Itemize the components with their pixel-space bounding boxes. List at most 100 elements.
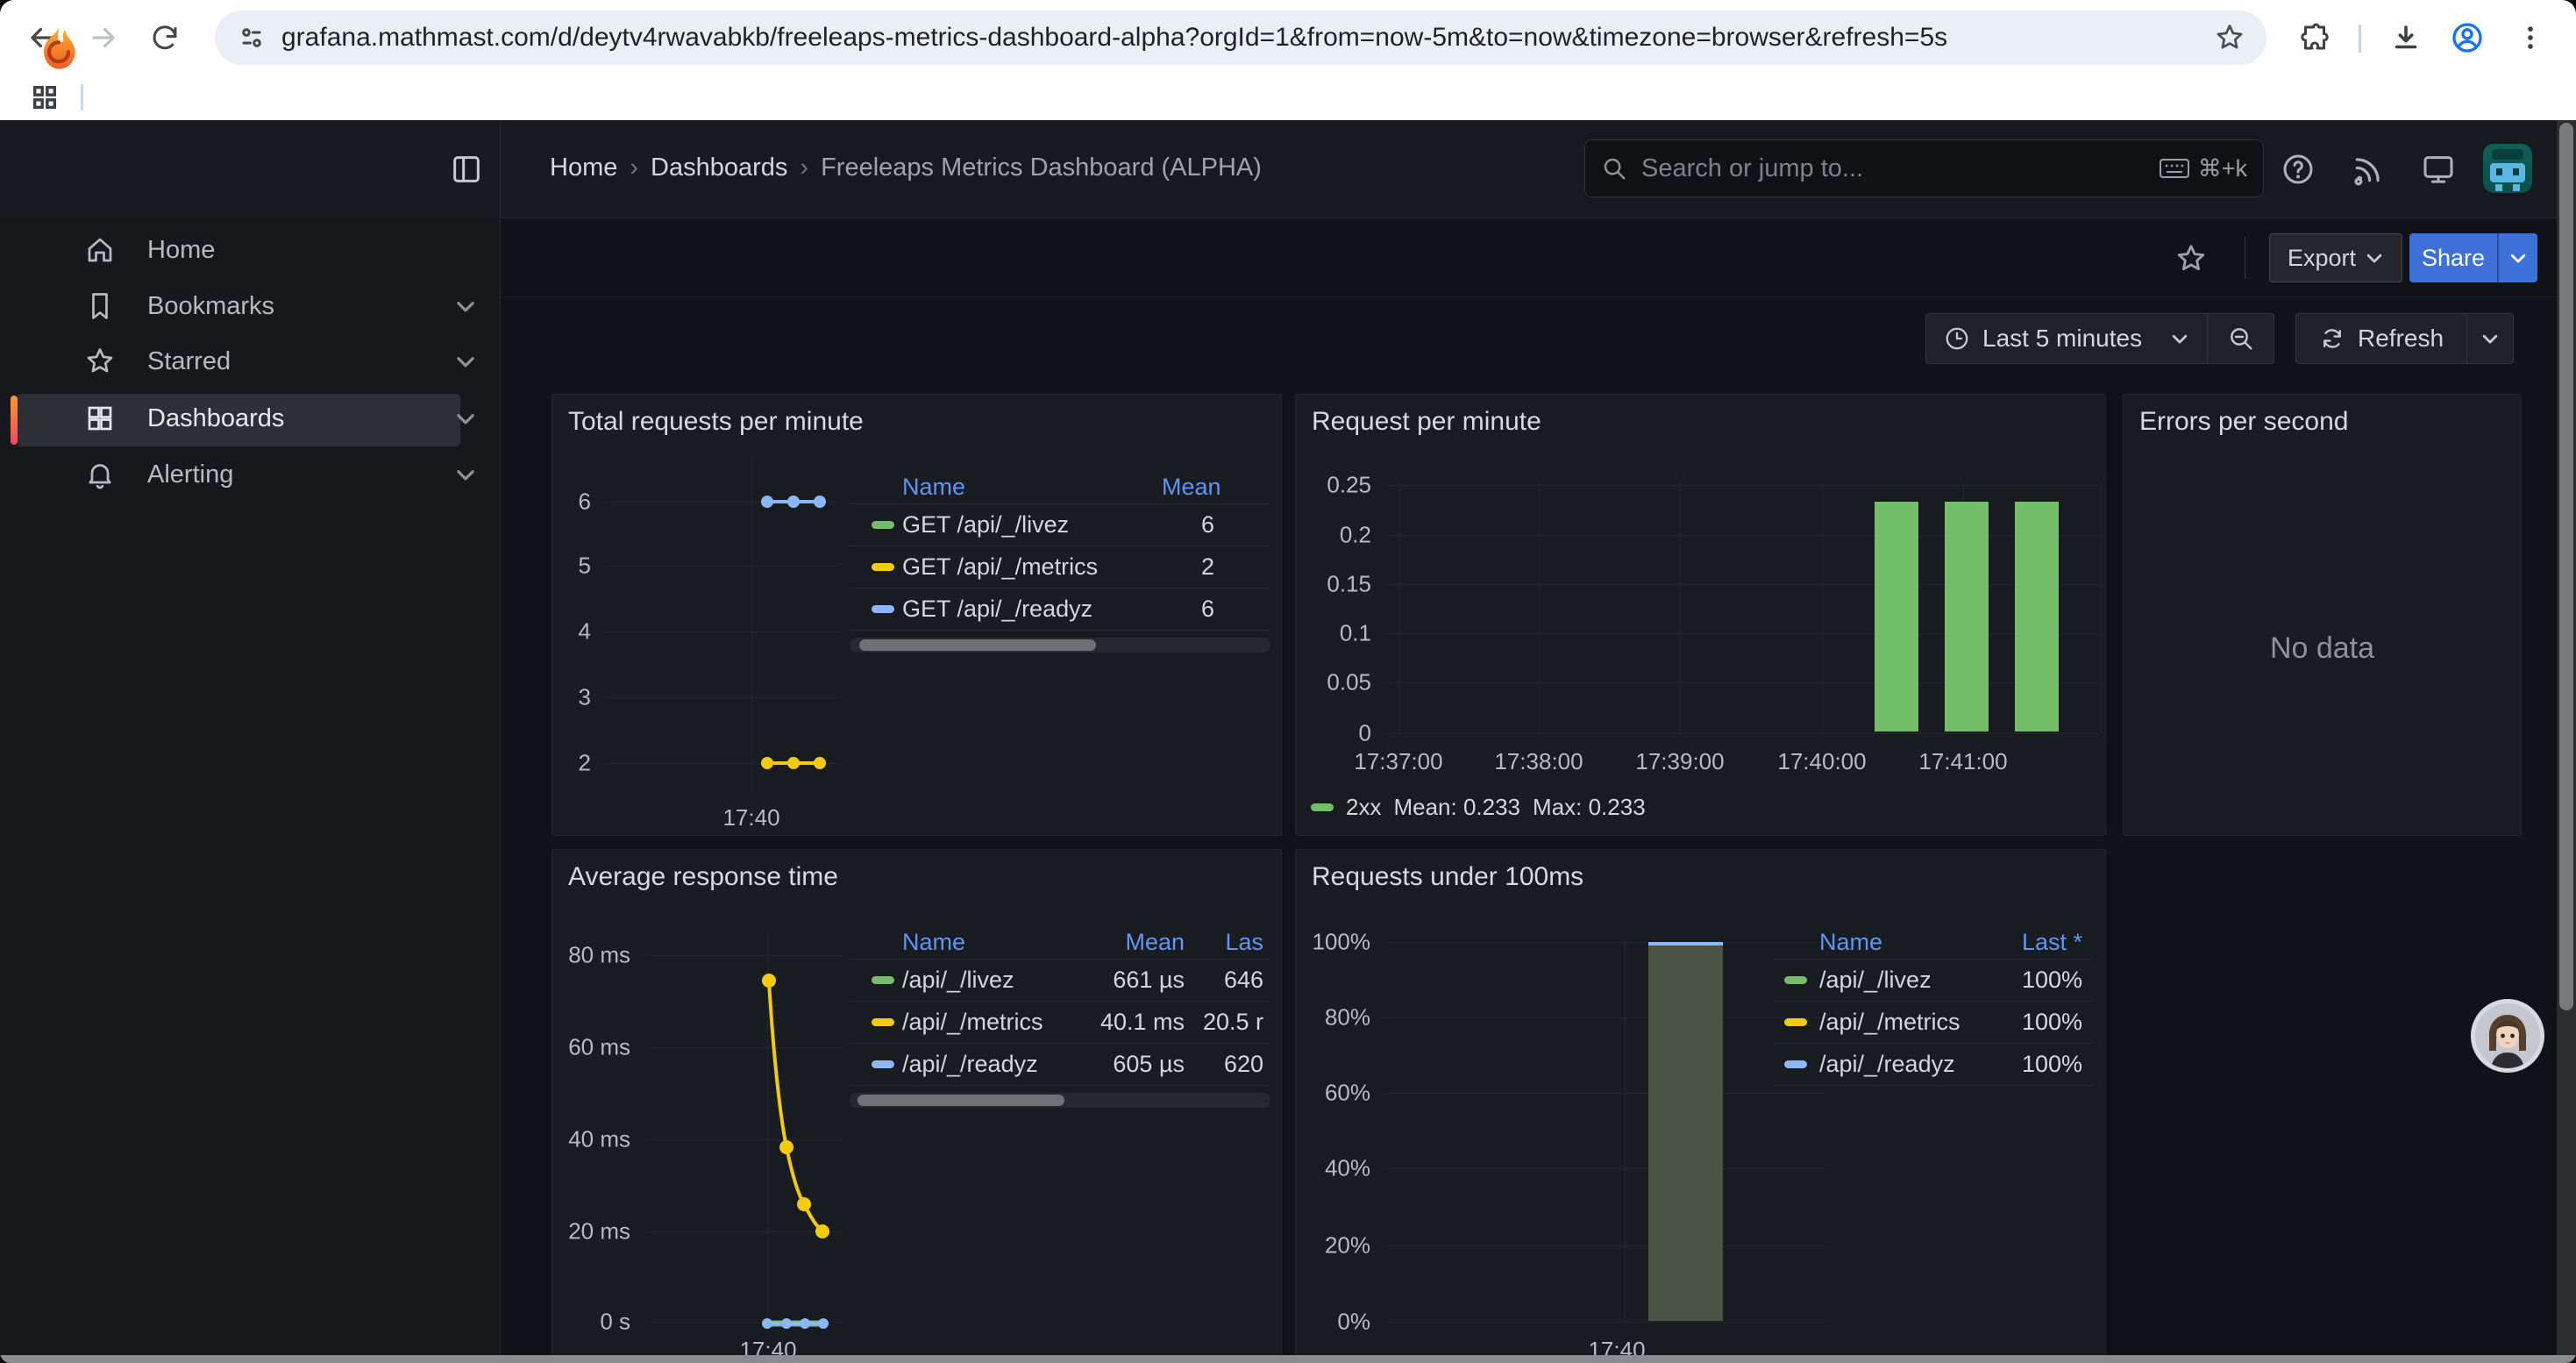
series-name[interactable]: /api/_/readyz <box>902 1051 1092 1078</box>
legend-scrollbar[interactable] <box>850 1093 1270 1108</box>
series-name[interactable]: /api/_/livez <box>902 967 1092 994</box>
panel-under-100ms: Requests under 100ms 100% 80% 60% 40% 20… <box>1295 849 2106 1363</box>
sidebar-item-alerting[interactable]: Alerting <box>0 446 500 503</box>
site-settings-icon[interactable] <box>236 22 267 54</box>
series-name[interactable]: GET /api/_/metrics <box>902 553 1162 581</box>
display-button[interactable] <box>2418 149 2459 189</box>
url-text[interactable]: grafana.mathmast.com/d/deytv4rwavabkb/fr… <box>281 23 2193 53</box>
help-button[interactable] <box>2278 149 2318 189</box>
avatar-pixel-leg <box>2513 184 2520 191</box>
time-range-button[interactable]: Last 5 minutes <box>1925 313 2208 364</box>
series-color-pill <box>872 1060 894 1068</box>
legend-last-header[interactable]: Las <box>1185 929 1263 956</box>
legend-row[interactable]: /api/_/metrics 100% <box>1774 1001 2095 1043</box>
user-avatar[interactable] <box>2483 144 2532 193</box>
avatar-pixel-face <box>2490 163 2525 182</box>
legend-scrollbar-thumb[interactable] <box>859 639 1096 651</box>
time-range-group: Last 5 minutes <box>1925 313 2274 364</box>
apps-grid-button[interactable] <box>30 82 60 112</box>
share-button[interactable]: Share <box>2409 233 2497 282</box>
downloads-button[interactable] <box>2381 13 2430 62</box>
legend-mean-header[interactable]: Mean <box>1162 474 1214 501</box>
reload-button[interactable] <box>140 13 189 62</box>
legend-row[interactable]: GET /api/_/metrics 2 <box>850 546 1270 588</box>
sidebar-toggle[interactable] <box>449 152 484 187</box>
export-button[interactable]: Export <box>2269 233 2402 282</box>
x-tick: 17:40:00 <box>1777 748 1866 775</box>
sidebar-item-starred[interactable]: Starred <box>0 333 500 389</box>
series-name[interactable]: /api/_/readyz <box>1819 1051 1986 1078</box>
y-tick: 20% <box>1296 1232 1370 1260</box>
chevron-down-icon <box>454 350 477 373</box>
forward-button[interactable] <box>79 13 128 62</box>
grafana-logo[interactable] <box>35 24 82 73</box>
legend-row[interactable]: /api/_/metrics 40.1 ms 20.5 r <box>850 1001 1270 1043</box>
sidebar-item-bookmarks[interactable]: Bookmarks <box>0 278 500 334</box>
y-tick: 0.1 <box>1296 620 1371 647</box>
series-name[interactable]: /api/_/livez <box>1819 967 1986 994</box>
url-bar[interactable]: grafana.mathmast.com/d/deytv4rwavabkb/fr… <box>215 11 2266 65</box>
series-name[interactable]: 2xx <box>1346 794 1381 821</box>
series-name[interactable]: GET /api/_/livez <box>902 511 1162 539</box>
series-name[interactable]: /api/_/metrics <box>902 1009 1092 1036</box>
gridline <box>1384 535 2101 536</box>
legend-row[interactable]: /api/_/readyz 605 µs 620 <box>850 1043 1270 1086</box>
legend-inline: 2xx Mean: 0.233 Max: 0.233 <box>1311 794 1646 821</box>
y-tick: 80% <box>1296 1004 1370 1031</box>
help-icon <box>2281 152 2316 187</box>
vertical-scrollbar-thumb[interactable] <box>2559 123 2573 1010</box>
profile-button[interactable] <box>2443 13 2492 62</box>
y-tick: 0% <box>1296 1309 1370 1336</box>
legend-scrollbar-thumb[interactable] <box>857 1095 1064 1106</box>
y-tick: 0.2 <box>1296 522 1371 549</box>
extensions-button[interactable] <box>2290 13 2339 62</box>
kebab-menu-icon <box>2516 23 2545 53</box>
share-label: Share <box>2422 245 2485 272</box>
legend-name-header[interactable]: Name <box>902 474 1162 501</box>
search-box[interactable]: ⌘+k <box>1584 139 2264 197</box>
refresh-button[interactable]: Refresh <box>2295 313 2467 364</box>
star-icon <box>84 346 116 377</box>
refresh-icon <box>2319 325 2345 352</box>
assistant-avatar-bubble[interactable] <box>2471 999 2544 1073</box>
legend-row[interactable]: /api/_/readyz 100% <box>1774 1043 2095 1086</box>
legend-name-header[interactable]: Name <box>1819 929 1986 956</box>
series-color-pill <box>872 521 894 529</box>
breadcrumb-home[interactable]: Home <box>550 153 617 182</box>
profile-icon <box>2450 20 2485 55</box>
panel-title[interactable]: Requests under 100ms <box>1312 862 1583 892</box>
bar-2xx <box>1945 502 1989 731</box>
reload-icon <box>149 22 181 54</box>
bookmark-star-icon[interactable] <box>2214 22 2245 54</box>
breadcrumb-dashboards[interactable]: Dashboards <box>651 153 787 182</box>
gridline <box>1680 482 1681 733</box>
sidebar-item-home[interactable]: Home <box>0 222 500 278</box>
zoom-out-button[interactable] <box>2208 313 2274 364</box>
refresh-interval-button[interactable] <box>2466 313 2514 364</box>
legend-name-header[interactable]: Name <box>902 929 1092 956</box>
series-name[interactable]: /api/_/metrics <box>1819 1009 1986 1036</box>
menu-button[interactable] <box>2506 13 2555 62</box>
sidebar-item-dashboards[interactable]: Dashboards <box>0 390 500 446</box>
series-mean: 661 µs <box>1092 967 1185 994</box>
chevron-down-icon <box>454 295 477 318</box>
horizontal-scrollbar[interactable] <box>0 1355 2576 1363</box>
series-color-pill <box>872 976 894 984</box>
legend-row[interactable]: /api/_/livez 100% <box>1774 959 2095 1001</box>
favorite-dashboard-button[interactable] <box>2174 242 2208 275</box>
x-tick: 17:39:00 <box>1635 748 1724 775</box>
panel-title[interactable]: Request per minute <box>1312 407 1541 437</box>
news-button[interactable] <box>2348 149 2388 189</box>
legend-last-header[interactable]: Last * <box>1986 929 2082 956</box>
search-input[interactable] <box>1640 153 2147 184</box>
share-menu-button[interactable] <box>2497 233 2537 282</box>
legend-row[interactable]: GET /api/_/livez 6 <box>850 503 1270 546</box>
legend-row[interactable]: GET /api/_/readyz 6 <box>850 588 1270 631</box>
legend-mean-header[interactable]: Mean <box>1092 929 1185 956</box>
x-tick: 17:37:00 <box>1354 748 1442 775</box>
panel-title[interactable]: Errors per second <box>2139 407 2348 437</box>
gridline <box>1822 482 1823 733</box>
series-name[interactable]: GET /api/_/readyz <box>902 596 1162 623</box>
legend-scrollbar[interactable] <box>850 638 1270 653</box>
legend-row[interactable]: /api/_/livez 661 µs 646 <box>850 959 1270 1001</box>
